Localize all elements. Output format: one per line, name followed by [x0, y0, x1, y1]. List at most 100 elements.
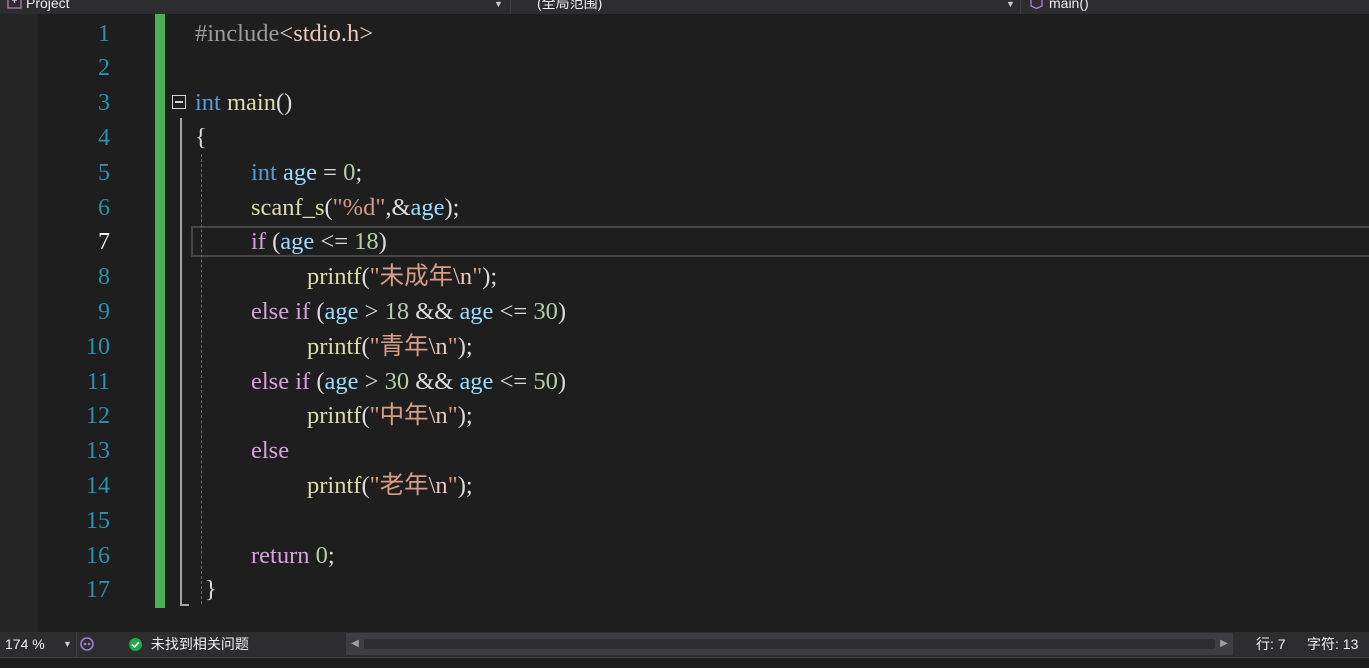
punctuation: )	[557, 367, 566, 395]
code-line-14: printf("老年\n");	[307, 469, 473, 504]
code-line-5: int age = 0;	[251, 156, 362, 191]
preprocessor-directive: #include	[195, 19, 280, 47]
operator: >	[358, 297, 385, 325]
function-name: printf	[307, 402, 362, 430]
scroll-left-icon[interactable]: ◀	[346, 633, 364, 655]
indent-guide	[201, 154, 202, 604]
zoom-dropdown[interactable]: 174 % ▼	[0, 632, 77, 657]
control-keyword: else	[251, 437, 290, 465]
string-literal: "中年	[369, 402, 429, 430]
control-keyword: else	[251, 367, 290, 395]
keyword: int	[195, 89, 221, 117]
variable: age	[283, 158, 317, 186]
project-label: Project	[26, 0, 70, 11]
punctuation: );	[444, 193, 460, 221]
function-name: main	[227, 89, 276, 117]
function-name: scanf_s	[251, 193, 325, 221]
string-literal: "	[472, 263, 483, 291]
code-line-16: return 0;	[251, 539, 335, 574]
chevron-down-icon: ▼	[1006, 0, 1015, 9]
string-literal: "	[447, 402, 458, 430]
punctuation: );	[457, 402, 473, 430]
issues-indicator[interactable]: 未找到相关问题	[128, 632, 249, 657]
scope-label: (全局范围)	[537, 0, 603, 11]
number-literal: 18	[384, 297, 410, 325]
control-keyword: if	[295, 297, 311, 325]
string-literal: "	[447, 332, 458, 360]
escape-sequence: \n	[453, 263, 473, 291]
member-label: main()	[1049, 0, 1089, 11]
line-number: 16	[86, 542, 110, 569]
code-line-3: int main()	[195, 86, 292, 121]
punctuation: ;	[355, 158, 363, 186]
fold-region-end	[180, 604, 189, 606]
code-line-1: #include<stdio.h>	[195, 17, 373, 52]
line-number: 1	[98, 20, 110, 47]
horizontal-scrollbar[interactable]: ◀ ▶	[346, 633, 1233, 655]
punctuation: (	[324, 193, 333, 221]
string-literal: "%d"	[332, 193, 386, 221]
punctuation: ;	[327, 541, 335, 569]
function-cube-icon	[1030, 0, 1043, 9]
function-name: printf	[307, 332, 362, 360]
control-keyword: else	[251, 297, 290, 325]
punctuation: (	[361, 263, 370, 291]
glyph-margin[interactable]	[0, 14, 38, 632]
variable: age	[459, 367, 494, 395]
punctuation: );	[457, 471, 473, 499]
control-keyword: return	[251, 541, 310, 569]
change-tracking-bar	[155, 14, 165, 608]
punctuation: );	[482, 263, 498, 291]
control-keyword: if	[251, 228, 266, 256]
punctuation: (	[361, 332, 370, 360]
variable: age	[324, 297, 359, 325]
line-number: 5	[98, 159, 110, 186]
scrollbar-track[interactable]	[364, 639, 1215, 649]
check-circle-icon	[129, 638, 142, 651]
collapse-icon[interactable]	[172, 95, 186, 109]
scroll-right-icon[interactable]: ▶	[1215, 633, 1233, 655]
code-editor[interactable]: 1 2 3 4 5 6 7 8 9 10 11 12 13 14 15 16 17 #include<stdio…	[0, 14, 1369, 632]
project-dropdown[interactable]: Project ▼	[0, 0, 511, 14]
code-line-11: else if (age > 30 && age <= 50)	[251, 365, 566, 400]
variable: age	[459, 297, 494, 325]
variable: age	[324, 367, 359, 395]
code-line-6: scanf_s("%d",&age);	[251, 191, 459, 226]
line-number: 14	[86, 472, 110, 499]
char-position[interactable]: 字符: 13	[1307, 632, 1358, 657]
escape-sequence: \n	[428, 402, 448, 430]
line-position[interactable]: 行: 7	[1256, 632, 1286, 657]
member-dropdown[interactable]: main()	[1024, 0, 1369, 14]
line-number: 13	[86, 438, 110, 465]
code-line-9: else if (age > 18 && age <= 30)	[251, 295, 566, 330]
fold-region-line	[180, 118, 182, 606]
editor-status-bar: 174 % ▼ 未找到相关问题 ◀ ▶ 行: 7 字符: 13	[0, 632, 1369, 657]
chevron-down-icon: ▼	[494, 0, 503, 9]
punctuation: (	[265, 228, 281, 256]
copilot-icon[interactable]	[79, 632, 97, 657]
punctuation: );	[457, 332, 473, 360]
function-name: printf	[307, 471, 362, 499]
line-number: 15	[86, 507, 110, 534]
number-literal: 30	[533, 297, 558, 325]
code-line-4: {	[195, 121, 207, 156]
operator: =	[317, 158, 344, 186]
line-number: 11	[86, 368, 110, 395]
string-literal: "青年	[369, 332, 429, 360]
line-number: 4	[98, 124, 110, 151]
escape-sequence: \n	[428, 471, 448, 499]
string-literal: "未成年	[369, 263, 454, 291]
project-icon	[7, 0, 22, 9]
scope-dropdown[interactable]: (全局范围) ▼	[515, 0, 1021, 14]
code-line-8: printf("未成年\n");	[307, 260, 497, 295]
string-literal: "	[447, 471, 458, 499]
operator: <=	[314, 228, 355, 256]
punctuation: ()	[276, 89, 293, 117]
navigation-bar: Project ▼ (全局范围) ▼ main()	[0, 0, 1369, 14]
control-keyword: if	[295, 367, 311, 395]
operator: <=	[493, 297, 534, 325]
code-line-13: else	[251, 434, 289, 469]
operator: &&	[409, 297, 460, 325]
line-number: 6	[98, 194, 110, 221]
code-line-7: if (age <= 18)	[251, 225, 387, 260]
